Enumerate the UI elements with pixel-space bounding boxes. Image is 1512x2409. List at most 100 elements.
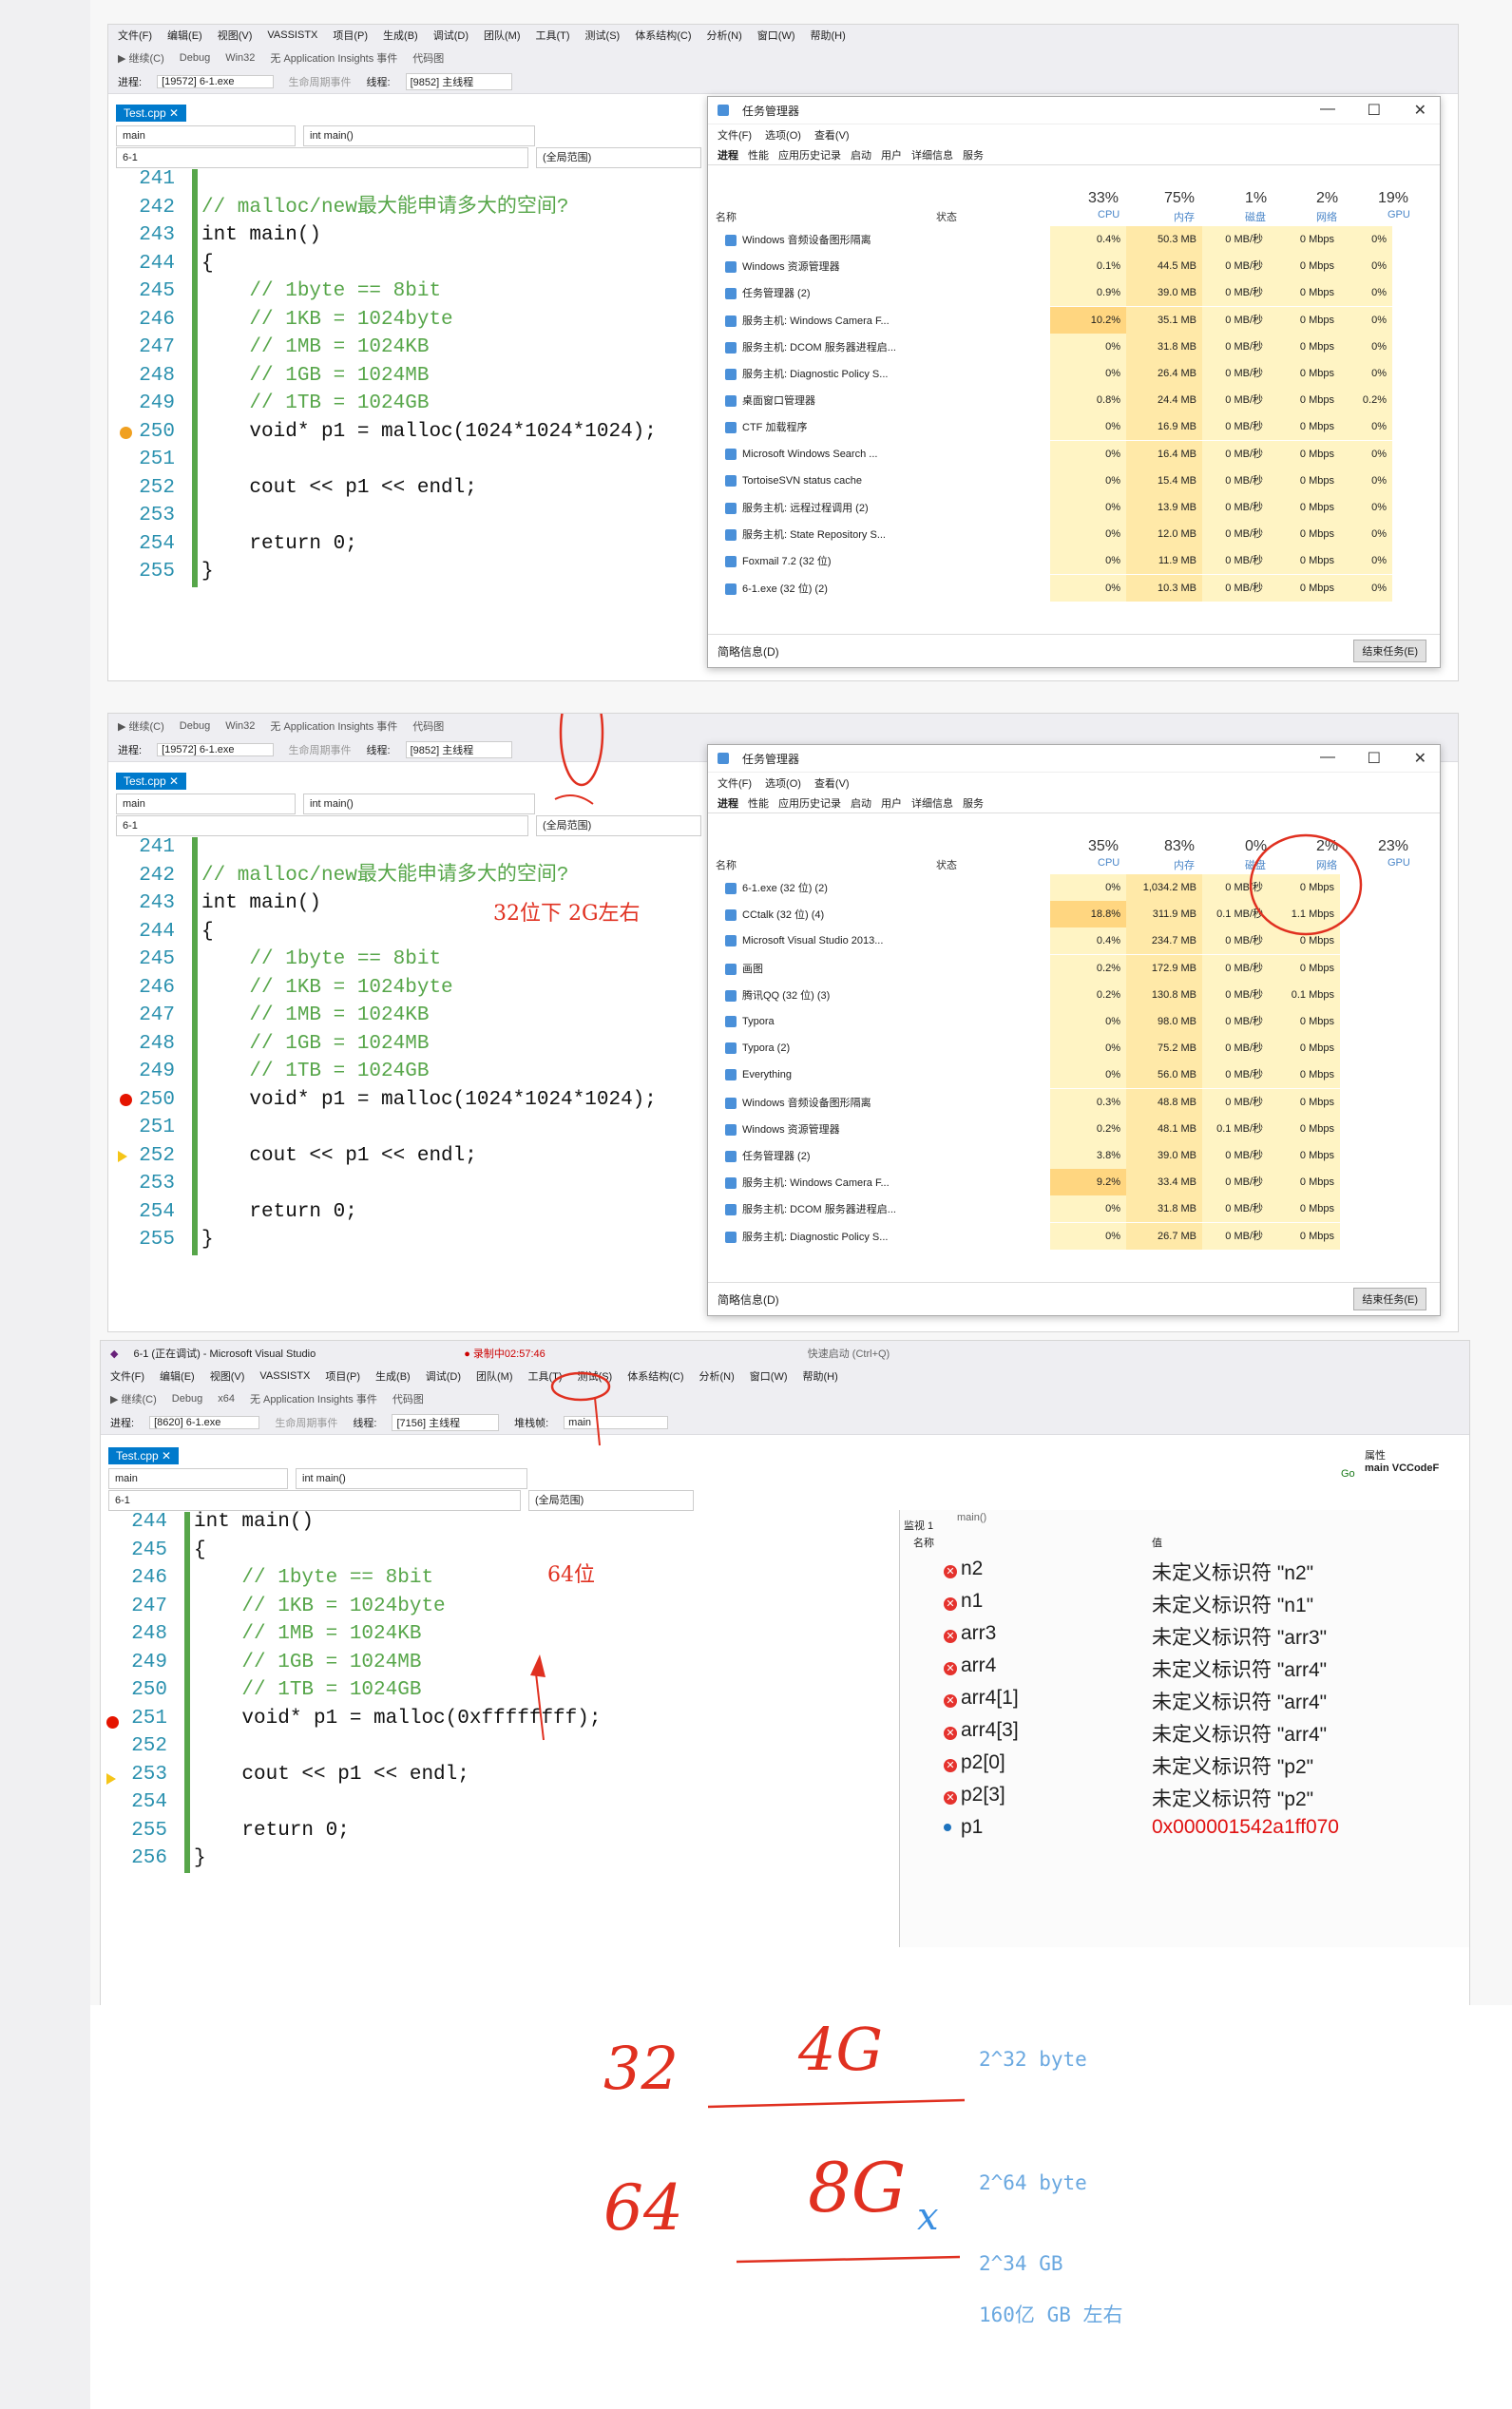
menu-item[interactable]: 团队(M) — [476, 1368, 513, 1384]
menu-item[interactable]: 编辑(E) — [167, 28, 202, 43]
process-row[interactable]: 服务主机: Windows Camera F... 9.2% 33.4 MB 0 MB… — [708, 1169, 1440, 1196]
col-status[interactable]: 状态 — [936, 209, 957, 224]
minimize-button[interactable]: — — [1320, 101, 1335, 118]
tm-menu-item[interactable]: 查看(V) — [814, 775, 850, 791]
tab-test-cpp[interactable]: Test.cpp ✕ — [116, 105, 187, 122]
menu-item[interactable]: 视图(V) — [210, 1368, 245, 1384]
tm-tab[interactable]: 用户 — [881, 795, 902, 811]
process-row[interactable]: 服务主机: State Repository S... 0% 12.0 MB 0 MB… — [708, 521, 1440, 548]
scope-right-select[interactable]: int main() — [296, 1468, 527, 1489]
platform-select[interactable]: x64 — [218, 1393, 235, 1405]
close-button[interactable]: ✕ — [1414, 101, 1426, 120]
watch-row[interactable]: ✕ n1 未定义标识符 "n1" — [900, 1590, 1469, 1620]
menu-item[interactable]: 项目(P) — [333, 28, 368, 43]
menu-item[interactable]: 调试(D) — [433, 28, 469, 43]
menu-item[interactable]: 窗口(W) — [757, 28, 795, 43]
menu-item[interactable]: 生成(B) — [375, 1368, 411, 1384]
scope-left-select[interactable]: main — [116, 125, 296, 146]
watch-row[interactable]: ✕ p2[0] 未定义标识符 "p2" — [900, 1751, 1469, 1782]
menu-item[interactable]: 体系结构(C) — [635, 28, 691, 43]
process-row[interactable]: 服务主机: Diagnostic Policy S... 0% 26.7 MB 0 M… — [708, 1222, 1440, 1250]
menu-item[interactable]: 工具(T) — [536, 28, 570, 43]
config-select[interactable]: Debug — [172, 1393, 202, 1405]
code-map-button[interactable]: 代码图 — [392, 1391, 424, 1406]
app-insights[interactable]: 无 Application Insights 事件 — [270, 50, 397, 66]
process-row[interactable]: 腾讯QQ (32 位) (3) 0.2% 130.8 MB 0 MB/秒 0.1 Mbp… — [708, 981, 1440, 1008]
menu-item[interactable]: 窗口(W) — [750, 1368, 788, 1384]
menu-item[interactable]: 测试(S) — [578, 1368, 613, 1384]
process-row[interactable]: 服务主机: Diagnostic Policy S... 0% 26.4 MB 0 M… — [708, 360, 1440, 387]
maximize-button[interactable]: ☐ — [1368, 749, 1381, 768]
menu-item[interactable]: 调试(D) — [426, 1368, 461, 1384]
process-row[interactable]: Typora (2) 0% 75.2 MB 0 MB/秒 0 Mbps — [708, 1035, 1440, 1062]
tm-tab[interactable]: 性能 — [748, 147, 769, 163]
process-row[interactable]: Typora 0% 98.0 MB 0 MB/秒 0 Mbps — [708, 1008, 1440, 1035]
col-name[interactable]: 名称 — [716, 857, 737, 872]
process-row[interactable]: Everything 0% 56.0 MB 0 MB/秒 0 Mbps — [708, 1061, 1440, 1089]
code-editor[interactable]: 241 242 // malloc/new最大能申请多大的空间? 243 int mai… — [127, 165, 793, 587]
lifecycle-events[interactable]: 生命周期事件 — [289, 74, 352, 89]
col-gpu[interactable]: GPU — [1388, 209, 1410, 220]
menu-item[interactable]: VASSISTX — [259, 1370, 310, 1382]
col-status[interactable]: 状态 — [936, 857, 957, 872]
tm-tab[interactable]: 详细信息 — [911, 795, 953, 811]
process-row[interactable]: Windows 资源管理器 0.2% 48.1 MB 0.1 MB/秒 0 Mbps — [708, 1115, 1440, 1142]
process-row[interactable]: Windows 音频设备图形隔离 0.4% 50.3 MB 0 MB/秒 0 Mbps 0… — [708, 226, 1440, 253]
go-button[interactable]: Go — [1341, 1468, 1355, 1480]
watch-row[interactable]: ✕ arr3 未定义标识符 "arr3" — [900, 1622, 1469, 1653]
watch-col-name[interactable]: 名称 — [913, 1535, 934, 1550]
watch-row[interactable]: ✕ arr4[3] 未定义标识符 "arr4" — [900, 1719, 1469, 1749]
end-task-button[interactable]: 结束任务(E) — [1353, 1288, 1426, 1310]
watch-row[interactable]: ✕ arr4[1] 未定义标识符 "arr4" — [900, 1687, 1469, 1717]
process-row[interactable]: 服务主机: DCOM 服务器进程启... 0% 31.8 MB 0 MB/秒 0 Mbp… — [708, 1195, 1440, 1223]
code-editor[interactable]: 244 int main() 245 {246 // 1byte == 8bit 247… — [120, 1508, 785, 1888]
scope-right-select[interactable]: int main() — [303, 793, 535, 814]
close-button[interactable]: ✕ — [1414, 749, 1426, 768]
platform-select[interactable]: Win32 — [225, 720, 255, 732]
process-row[interactable]: Microsoft Windows Search ... 0% 16.4 MB 0 M… — [708, 440, 1440, 468]
process-select[interactable]: [19572] 6-1.exe — [157, 75, 274, 88]
menu-item[interactable]: 文件(F) — [110, 1368, 144, 1384]
col-cpu[interactable]: CPU — [1098, 857, 1120, 869]
tm-menu-item[interactable]: 文件(F) — [718, 775, 752, 791]
process-row[interactable]: 任务管理器 (2) 3.8% 39.0 MB 0 MB/秒 0 Mbps — [708, 1142, 1440, 1169]
code-map-button[interactable]: 代码图 — [412, 50, 444, 66]
breakpoint-icon[interactable] — [106, 1716, 119, 1729]
process-row[interactable]: Foxmail 7.2 (32 位) 0% 11.9 MB 0 MB/秒 0 Mbps 0… — [708, 547, 1440, 575]
process-row[interactable]: 服务主机: 远程过程调用 (2) 0% 13.9 MB 0 MB/秒 0 Mbps 0% — [708, 494, 1440, 521]
col-gpu[interactable]: GPU — [1388, 857, 1410, 869]
menu-item[interactable]: 项目(P) — [325, 1368, 360, 1384]
tm-tab[interactable]: 应用历史记录 — [778, 147, 841, 163]
col-disk[interactable]: 磁盘 — [1245, 209, 1266, 224]
tm-menu-item[interactable]: 选项(O) — [765, 775, 801, 791]
thread-select[interactable]: [9852] 主线程 — [405, 741, 513, 758]
process-select[interactable]: [8620] 6-1.exe — [149, 1416, 260, 1429]
menu-item[interactable]: 帮助(H) — [803, 1368, 838, 1384]
process-row[interactable]: 服务主机: DCOM 服务器进程启... 0% 31.8 MB 0 MB/秒 0 Mbp… — [708, 333, 1440, 360]
continue-button[interactable]: ▶ 继续(C) — [110, 1391, 157, 1406]
lifecycle-events[interactable]: 生命周期事件 — [275, 1415, 337, 1430]
process-row[interactable]: Windows 音频设备图形隔离 0.3% 48.8 MB 0 MB/秒 0 Mbps — [708, 1088, 1440, 1116]
platform-select[interactable]: Win32 — [225, 52, 255, 64]
col-mem[interactable]: 内存 — [1174, 857, 1195, 872]
app-insights[interactable]: 无 Application Insights 事件 — [270, 718, 397, 734]
tm-tab[interactable]: 进程 — [718, 795, 738, 811]
tm-tab[interactable]: 服务 — [963, 147, 984, 163]
watch-row[interactable]: ✕ arr4 未定义标识符 "arr4" — [900, 1654, 1469, 1685]
menu-item[interactable]: 帮助(H) — [811, 28, 846, 43]
continue-button[interactable]: ▶ 继续(C) — [118, 718, 164, 734]
code-editor[interactable]: 241 242 // malloc/new最大能申请多大的空间? 243 int mai… — [127, 833, 793, 1255]
watch-row[interactable]: ✕ p2[3] 未定义标识符 "p2" — [900, 1784, 1469, 1814]
continue-button[interactable]: ▶ 继续(C) — [118, 50, 164, 66]
tab-test-cpp[interactable]: Test.cpp ✕ — [108, 1447, 180, 1464]
menu-item[interactable]: 测试(S) — [585, 28, 621, 43]
scope-right-select[interactable]: int main() — [303, 125, 535, 146]
col-mem[interactable]: 内存 — [1174, 209, 1195, 224]
scope2-select[interactable]: main() — [957, 1512, 986, 1523]
watch-row[interactable]: • p1 0x000001542a1ff070 — [900, 1816, 1469, 1846]
tab-test-cpp[interactable]: Test.cpp ✕ — [116, 773, 187, 790]
end-task-button[interactable]: 结束任务(E) — [1353, 640, 1426, 662]
menu-item[interactable]: 工具(T) — [528, 1368, 563, 1384]
fewer-details-button[interactable]: 简略信息(D) — [718, 643, 779, 660]
code-map-button[interactable]: 代码图 — [412, 718, 444, 734]
